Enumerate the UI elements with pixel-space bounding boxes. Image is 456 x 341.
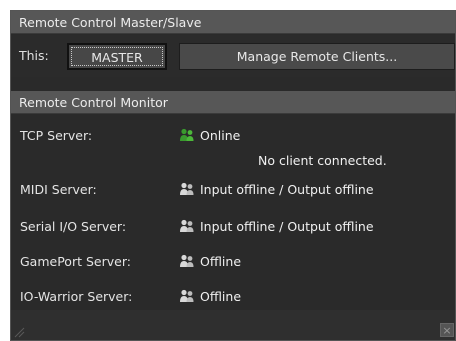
gameport-server-status-text: Offline — [200, 254, 242, 269]
serial-io-server-label: Serial I/O Server: — [20, 219, 127, 234]
tcp-server-detail: No client connected. — [258, 153, 387, 168]
io-warrior-server-status: Offline — [179, 289, 241, 304]
io-warrior-server-label: IO-Warrior Server: — [20, 289, 133, 304]
midi-server-status: Input offline / Output offline — [179, 182, 374, 197]
monitor-title: Remote Control Monitor — [19, 95, 168, 110]
this-label: This: — [19, 48, 49, 63]
monitor-list: TCP Server: Online No client connected. … — [11, 115, 455, 311]
master-button[interactable]: MASTER — [67, 43, 167, 70]
master-slave-title: Remote Control Master/Slave — [19, 15, 202, 30]
serial-io-server-status: Input offline / Output offline — [179, 219, 374, 234]
master-slave-row: This: MASTER Manage Remote Clients... — [11, 35, 455, 77]
gameport-server-label: GamePort Server: — [20, 254, 131, 269]
io-warrior-server-status-text: Offline — [200, 289, 242, 304]
user-offline-icon — [180, 254, 194, 267]
tcp-server-status-text: Online — [200, 128, 241, 143]
user-offline-icon — [180, 219, 194, 232]
resize-grip-icon[interactable] — [13, 326, 25, 338]
master-slave-header: Remote Control Master/Slave — [11, 11, 455, 34]
user-online-icon — [180, 128, 194, 141]
tcp-server-status: Online — [179, 128, 240, 143]
remote-control-monitor-header: Remote Control Monitor — [11, 91, 455, 114]
user-offline-icon — [180, 182, 194, 195]
user-offline-icon — [180, 289, 194, 302]
close-icon[interactable]: × — [440, 323, 454, 337]
master-button-label: MASTER — [71, 47, 163, 66]
manage-remote-clients-button[interactable]: Manage Remote Clients... — [179, 43, 455, 70]
midi-server-status-text: Input offline / Output offline — [200, 182, 374, 197]
remote-control-panel: Remote Control Master/Slave This: MASTER… — [10, 10, 456, 341]
tcp-server-label: TCP Server: — [20, 128, 93, 143]
remote-control-window: Remote Control Master/Slave This: MASTER… — [0, 0, 456, 341]
midi-server-label: MIDI Server: — [20, 182, 97, 197]
serial-io-server-status-text: Input offline / Output offline — [200, 219, 374, 234]
gameport-server-status: Offline — [179, 254, 241, 269]
panel-footer: × — [11, 310, 455, 340]
